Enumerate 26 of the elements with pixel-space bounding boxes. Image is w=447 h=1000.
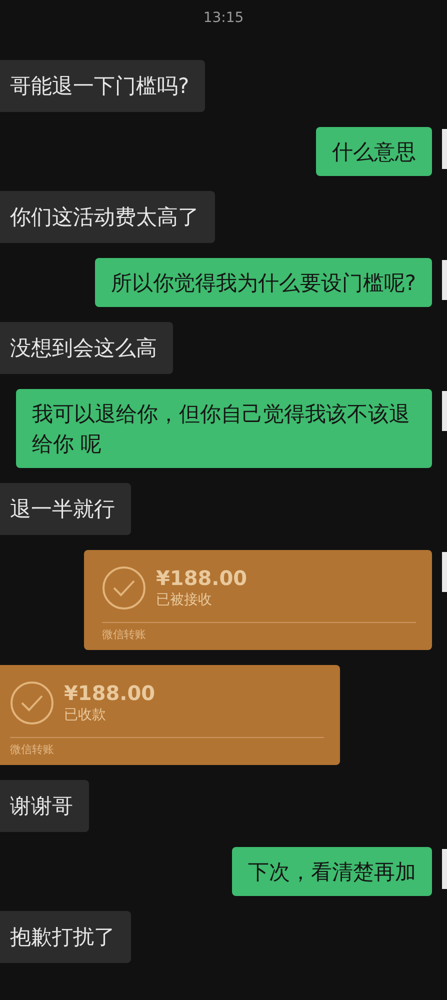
transfer-amount: ¥188.00	[156, 566, 248, 590]
transfer-status: 已被接收	[156, 591, 213, 610]
message-bubble: 哥能退一下门槛吗?	[0, 60, 206, 112]
avatar[interactable]	[442, 129, 447, 169]
transfer-label: 微信转账	[10, 742, 55, 758]
transfer-card[interactable]: ¥188.00 已被接收 微信转账	[84, 550, 432, 650]
transfer-label: 微信转账	[102, 627, 147, 643]
avatar[interactable]	[442, 849, 447, 889]
message-bubble: 谢谢哥	[0, 780, 89, 832]
avatar[interactable]	[442, 552, 447, 592]
message-bubble: 你们这活动费太高了	[0, 191, 215, 243]
avatar[interactable]	[442, 391, 447, 431]
message-bubble: 退一半就行	[0, 483, 131, 535]
message-bubble: 没想到会这么高	[0, 322, 173, 374]
timestamp: 13:15	[202, 9, 245, 28]
transfer-card[interactable]: ¥188.00 已收款 微信转账	[0, 665, 340, 765]
check-circle-icon	[10, 681, 54, 725]
message-bubble: 什么意思	[316, 127, 432, 176]
message-bubble: 所以你觉得我为什么要设门槛呢?	[94, 258, 432, 307]
message-bubble: 下次，看清楚再加	[232, 847, 432, 896]
transfer-status: 已收款	[64, 706, 107, 725]
avatar[interactable]	[442, 260, 447, 300]
transfer-amount: ¥188.00	[64, 681, 156, 705]
check-circle-icon	[102, 566, 146, 610]
message-bubble: 我可以退给你，但你自己觉得我该不该退给你 呢	[16, 389, 432, 468]
message-bubble: 抱歉打扰了	[0, 911, 131, 963]
